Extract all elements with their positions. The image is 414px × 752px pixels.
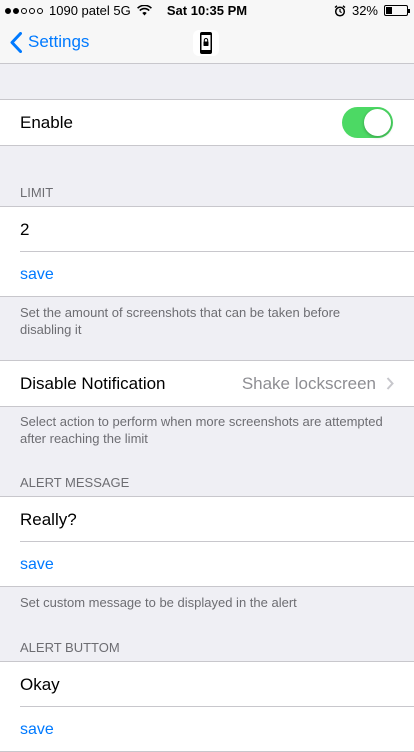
- limit-input[interactable]: 2: [0, 207, 414, 252]
- battery-percentage: 32%: [351, 3, 378, 18]
- alert-message-group: Really? save: [0, 496, 414, 587]
- phone-lock-icon: [193, 30, 219, 56]
- limit-save-button[interactable]: save: [0, 252, 414, 297]
- alert-button-group: Okay save: [0, 661, 414, 752]
- enable-group: Enable: [0, 99, 414, 146]
- limit-group: 2 save: [0, 206, 414, 297]
- alert-message-save-label: save: [20, 555, 54, 573]
- disable-notification-group: Disable Notification Shake lockscreen: [0, 360, 414, 407]
- enable-label: Enable: [20, 112, 73, 132]
- limit-value: 2: [20, 219, 30, 239]
- alert-message-footer: Set custom message to be displayed in th…: [20, 595, 297, 610]
- alert-message-value: Really?: [20, 509, 77, 529]
- chevron-left-icon: [10, 31, 22, 53]
- enable-toggle[interactable]: [342, 107, 393, 138]
- limit-footer: Set the amount of screenshots that can b…: [20, 305, 341, 337]
- battery-icon: [384, 5, 410, 16]
- disable-notification-cell[interactable]: Disable Notification Shake lockscreen: [0, 361, 414, 406]
- back-button[interactable]: Settings: [10, 20, 89, 64]
- chevron-right-icon: [386, 377, 394, 390]
- enable-cell: Enable: [0, 100, 414, 145]
- alert-message-input[interactable]: Really?: [0, 497, 414, 542]
- alert-button-value: Okay: [20, 674, 60, 694]
- limit-save-label: save: [20, 265, 54, 283]
- status-right: 32%: [334, 3, 410, 18]
- navigation-bar: Settings: [0, 20, 414, 64]
- alert-message-header: ALERT MESSAGE: [20, 475, 130, 490]
- disable-notification-label: Disable Notification: [20, 373, 166, 393]
- alert-button-save-button[interactable]: save: [0, 707, 414, 752]
- alert-button-input[interactable]: Okay: [0, 662, 414, 707]
- limit-header: LIMIT: [20, 185, 54, 200]
- alarm-clock-icon: [334, 4, 346, 17]
- alert-button-header: ALERT BUTTOM: [20, 640, 120, 655]
- status-bar: 1090 patel 5G Sat 10:35 PM 32%: [0, 0, 414, 20]
- disable-notification-footer: Select action to perform when more scree…: [20, 414, 383, 446]
- alert-message-save-button[interactable]: save: [0, 542, 414, 587]
- toggle-knob: [364, 109, 391, 136]
- back-button-label: Settings: [28, 32, 90, 51]
- disable-notification-value: Shake lockscreen: [241, 373, 376, 393]
